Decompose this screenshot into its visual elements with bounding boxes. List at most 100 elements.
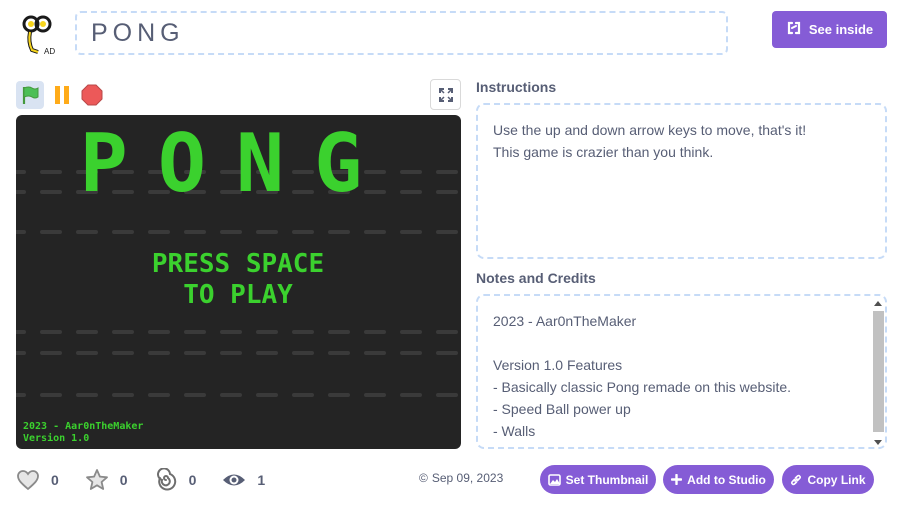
stop-button[interactable] [80,83,104,107]
dash-segment [256,393,278,397]
dash-segment [400,190,422,194]
view-count: 1 [257,472,266,488]
dash-segment [40,351,62,355]
notes-scrollbar[interactable] [871,299,884,447]
dash-segment [328,351,350,355]
dash-segment [16,393,26,397]
dash-segment [436,330,458,334]
game-stage[interactable]: PONG PRESS SPACE TO PLAY 2023 - Aar0nThe… [16,115,461,449]
dash-segment [40,393,62,397]
scroll-up-icon[interactable] [874,301,882,306]
stage-credit-line2: Version 1.0 [23,433,90,444]
dash-segment [184,230,206,234]
dash-segment [40,330,62,334]
dash-segment [436,170,458,174]
heart-icon [17,470,39,491]
notes-textarea[interactable]: 2023 - Aar0nTheMaker Version 1.0 Feature… [476,294,887,449]
favorite-count: 0 [119,472,128,488]
notes-line: - Basically classic Pong remade on this … [493,379,792,395]
dash-segment [40,230,62,234]
avatar[interactable]: AD [14,12,60,58]
dash-segment [76,351,98,355]
love-count: 0 [51,472,59,488]
dash-segment [112,393,134,397]
set-thumbnail-button[interactable]: Set Thumbnail [540,465,656,494]
add-to-studio-label: Add to Studio [687,472,766,487]
stage-canvas: PONG PRESS SPACE TO PLAY [16,117,458,397]
dash-segment [364,351,386,355]
dash-segment [400,230,422,234]
dash-segment [16,330,26,334]
copy-link-button[interactable]: Copy Link [782,465,874,494]
copy-link-label: Copy Link [807,472,866,487]
instructions-heading: Instructions [476,79,557,95]
dash-segment [16,190,26,194]
dash-segment [40,170,62,174]
green-flag-button[interactable] [16,81,44,109]
view-stat: 1 [222,471,265,489]
dash-segment [76,393,98,397]
stop-icon [81,84,103,106]
scroll-down-icon[interactable] [874,440,882,445]
dash-segment [184,393,206,397]
dash-segment [76,230,98,234]
dash-segment [256,330,278,334]
dash-segment [148,230,170,234]
dash-segment [436,230,458,234]
notes-line: - Walls [493,423,536,439]
remix-count: 0 [188,472,197,488]
dash-segment [256,230,278,234]
dash-segment [220,393,242,397]
dash-segment [400,170,422,174]
remix-stat: 0 [154,468,197,492]
scroll-thumb[interactable] [873,311,884,432]
instructions-line: Use the up and down arrow keys to move, … [493,122,807,138]
dash-segment [292,351,314,355]
dash-segment [16,170,26,174]
dash-segment [364,330,386,334]
dash-segment [184,330,206,334]
project-date: © Sep 09, 2023 [419,471,503,485]
dash-segment [148,351,170,355]
dash-segment [436,393,458,397]
dash-segment [400,351,422,355]
pause-button[interactable] [50,83,74,107]
notes-line: - Speed Ball power up [493,401,631,417]
dash-segment [148,330,170,334]
love-stat[interactable]: 0 [16,469,59,491]
instructions-textarea[interactable]: Use the up and down arrow keys to move, … [476,103,887,259]
date-label: Sep 09, 2023 [431,471,504,485]
dash-segment [292,393,314,397]
dash-segment [16,230,26,234]
stage-press-line2: TO PLAY [183,280,293,310]
set-thumbnail-label: Set Thumbnail [565,472,649,487]
stage-game-title: PONG [80,117,393,210]
pause-icon [55,86,69,104]
plus-icon [671,474,683,485]
stage-credit-line1: 2023 - Aar0nTheMaker [23,421,144,432]
project-title-input[interactable]: PONG [75,11,728,55]
dash-segment [184,351,206,355]
see-inside-button[interactable]: See inside [772,11,887,48]
dash-segment [364,393,386,397]
stage-press-line1: PRESS SPACE [152,249,324,279]
dash-segment [292,330,314,334]
dash-segment [436,190,458,194]
instructions-line: This game is crazier than you think. [493,144,714,160]
image-icon [547,473,561,486]
dash-segment [292,230,314,234]
dash-segment [400,330,422,334]
project-stats: 0 0 0 1 [16,466,291,494]
dash-segment [328,230,350,234]
dash-segment [148,393,170,397]
dash-segment [76,330,98,334]
svg-text:AD: AD [44,47,55,56]
notes-line: Version 1.0 Features [493,357,623,373]
see-inside-icon [786,20,802,39]
see-inside-label: See inside [808,22,874,37]
dash-segment [40,190,62,194]
fullscreen-button[interactable] [430,79,461,110]
add-to-studio-button[interactable]: Add to Studio [663,465,774,494]
favorite-stat[interactable]: 0 [85,468,128,492]
dash-segment [400,393,422,397]
